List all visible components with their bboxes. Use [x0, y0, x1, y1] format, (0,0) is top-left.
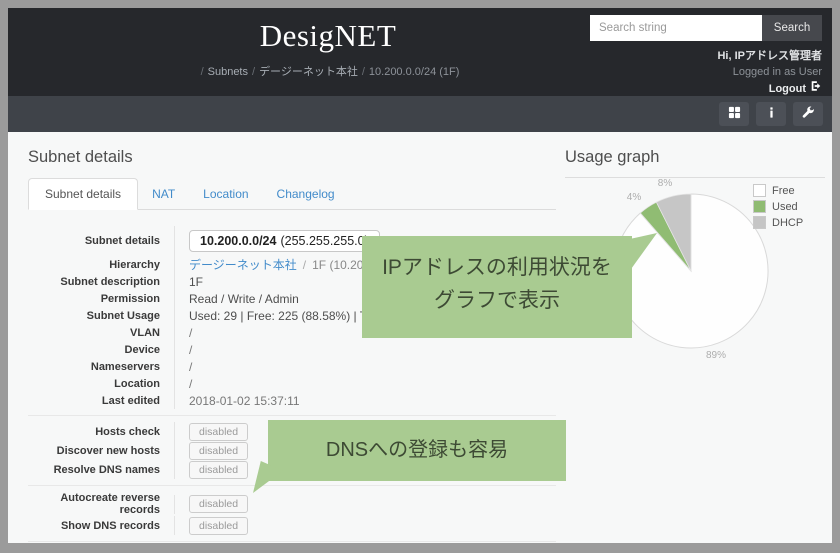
- hosts-check-toggle[interactable]: disabled: [189, 423, 248, 441]
- discover-hosts-toggle[interactable]: disabled: [189, 442, 248, 460]
- row-show-dns-records: Show DNS records disabled: [28, 516, 556, 535]
- show-dns-records-toggle[interactable]: disabled: [189, 517, 248, 535]
- subnet-cidr-box: 10.200.0.0/24(255.255.255.0): [189, 230, 380, 252]
- main-content: Subnet details Usage graph Subnet detail…: [8, 132, 832, 543]
- form-divider: [28, 415, 556, 416]
- breadcrumb-section[interactable]: デージーネット本社: [259, 66, 358, 78]
- search-button[interactable]: Search: [762, 15, 822, 41]
- breadcrumb-current: 10.200.0.0/24 (1F): [369, 66, 460, 78]
- header-center: DesigNET /Subnets/デージーネット本社/10.200.0.0/2…: [128, 18, 528, 79]
- callout-dns: DNSへの登録も容易: [268, 420, 566, 481]
- pie-label-free: 89%: [706, 350, 726, 361]
- breadcrumb-subnets[interactable]: Subnets: [208, 66, 248, 78]
- logout-button[interactable]: Logout: [769, 80, 822, 97]
- user-greeting: Hi, IPアドレス管理者: [717, 48, 822, 64]
- pie-label-dhcp: 8%: [658, 178, 673, 189]
- tab-location[interactable]: Location: [189, 179, 262, 209]
- used-swatch: [753, 200, 766, 213]
- dhcp-swatch: [753, 216, 766, 229]
- row-device: Device /: [28, 341, 556, 358]
- tab-bar: Subnet details NAT Location Changelog: [28, 178, 556, 210]
- row-last-edited: Last edited 2018-01-02 15:37:11: [28, 392, 556, 409]
- legend-item-dhcp: DHCP: [753, 216, 803, 229]
- grid-icon: [728, 106, 741, 122]
- legend-item-used: Used: [753, 200, 803, 213]
- callout-usage-graph: IPアドレスの利用状況を グラフで表示: [362, 236, 632, 338]
- subnet-details-title: Subnet details: [28, 148, 133, 167]
- username[interactable]: User: [799, 66, 822, 78]
- wrench-icon: [802, 106, 815, 122]
- autocreate-reverse-toggle[interactable]: disabled: [189, 495, 248, 513]
- search-form: Search: [590, 15, 822, 41]
- breadcrumb: /Subnets/デージーネット本社/10.200.0.0/24 (1F): [128, 63, 528, 79]
- pie-label-used: 4%: [627, 192, 642, 203]
- legend-item-free: Free: [753, 184, 803, 197]
- hierarchy-parent-link[interactable]: デージーネット本社: [189, 256, 297, 273]
- app-window: DesigNET /Subnets/デージーネット本社/10.200.0.0/2…: [8, 8, 832, 543]
- logged-in-as: Logged in as User: [717, 64, 822, 80]
- form-divider: [28, 541, 556, 542]
- pie-legend: Free Used DHCP: [753, 184, 803, 232]
- tab-changelog[interactable]: Changelog: [263, 179, 349, 209]
- tab-nat[interactable]: NAT: [138, 179, 189, 209]
- header: DesigNET /Subnets/デージーネット本社/10.200.0.0/2…: [8, 8, 832, 96]
- row-autocreate-reverse: Autocreate reverse records disabled: [28, 492, 556, 516]
- user-info: Hi, IPアドレス管理者 Logged in as User Logout: [717, 48, 822, 97]
- site-title: DesigNET: [128, 18, 528, 54]
- info-button[interactable]: [756, 102, 786, 126]
- row-location: Location /: [28, 375, 556, 392]
- grid-view-button[interactable]: [719, 102, 749, 126]
- free-swatch: [753, 184, 766, 197]
- form-divider: [28, 485, 556, 486]
- info-icon: [765, 106, 778, 122]
- sign-out-icon: [810, 80, 822, 97]
- tab-subnet-details[interactable]: Subnet details: [28, 178, 138, 210]
- row-nameservers: Nameservers /: [28, 358, 556, 375]
- toolbar: [8, 96, 832, 132]
- search-input[interactable]: [590, 15, 762, 41]
- resolve-dns-toggle[interactable]: disabled: [189, 461, 248, 479]
- tools-button[interactable]: [793, 102, 823, 126]
